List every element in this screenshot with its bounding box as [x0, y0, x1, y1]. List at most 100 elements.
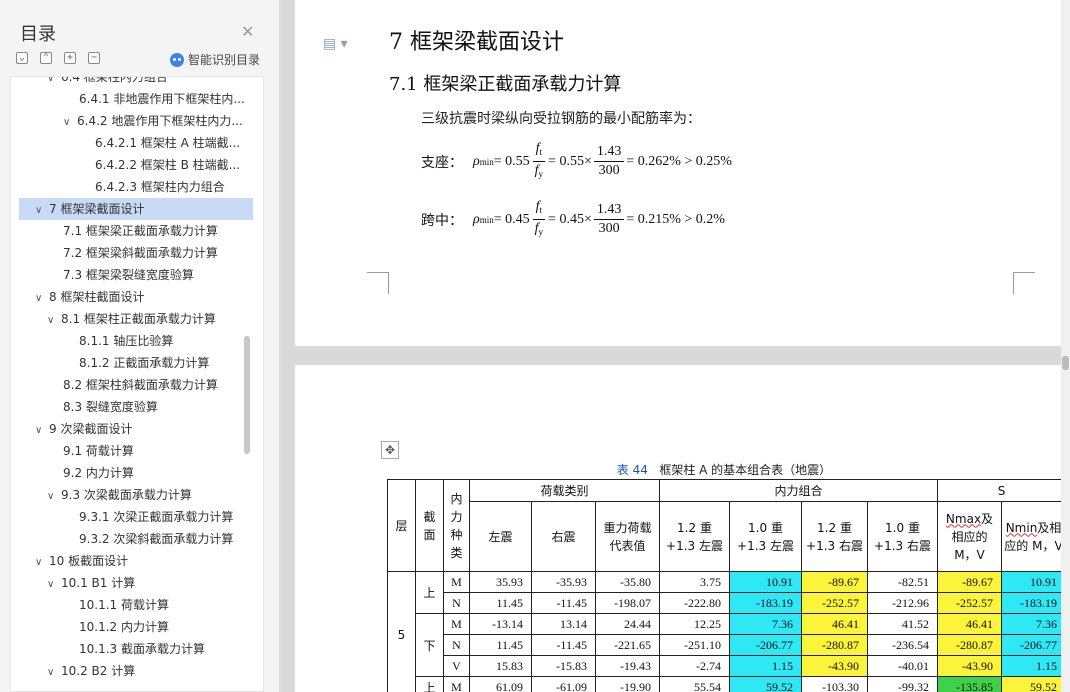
table-cell: 12.25 — [659, 613, 730, 635]
formula-rho: ρ — [473, 153, 480, 169]
toc-item-label: 9 次梁截面设计 — [49, 422, 133, 436]
toc-item-label: 7.2 框架梁斜截面承载力计算 — [63, 246, 218, 260]
toc-item[interactable]: ∨ 10 板截面设计 — [19, 550, 253, 572]
toc-item[interactable]: 8.1.1 轴压比验算 — [19, 330, 253, 352]
toc-item[interactable]: 6.4.2.2 框架柱 B 柱端截... — [19, 154, 253, 176]
toc-item-label: 10.1.3 截面承载力计算 — [79, 642, 205, 656]
smart-toc-button[interactable]: 智能识别目录 — [170, 51, 260, 68]
toc-item[interactable]: ∨ 8.1 框架柱正截面承载力计算 — [19, 308, 253, 330]
toc-item-label: 8.3 裂缝宽度验算 — [63, 400, 158, 414]
fraction-den-sub: y — [538, 169, 544, 179]
toc-item[interactable]: 9.3.2 次梁斜截面承载力计算 — [19, 528, 253, 550]
document-scrollbar[interactable] — [1061, 0, 1070, 692]
table-row: 下 M -13.14 13.14 24.44 12.25 7.36 46.41 41.52 46.… — [388, 613, 1066, 677]
toc-item[interactable]: 6.4.2.1 框架柱 A 柱端截... — [19, 132, 253, 154]
toc-item[interactable]: 7.1 框架梁正截面承载力计算 — [19, 220, 253, 242]
close-icon[interactable]: ✕ — [241, 22, 254, 41]
table-cell: -99.32 — [867, 676, 938, 692]
table-row: 5 上 M 35.93 -35.93 -35.80 3.75 10.91 -89.67 -82.5… — [387, 571, 1066, 692]
toc-item[interactable]: 8.1.2 正截面承载力计算 — [19, 352, 253, 374]
heading-1: 7 框架梁截面设计 — [389, 30, 564, 55]
chevron-down-icon[interactable]: ∨ — [35, 420, 49, 440]
formula-eq2: = 0.45× — [548, 211, 592, 227]
floor-cell: 5 — [387, 571, 416, 692]
toc-item-label: 8.1.2 正截面承载力计算 — [79, 356, 210, 370]
expand-all-icon[interactable]: ⌃ — [40, 52, 52, 64]
toc-item[interactable]: ∨ 10.1 B1 计算 — [19, 572, 253, 594]
toc-item[interactable]: ∨ 7 框架梁截面设计 — [19, 198, 253, 220]
header-nmin-symbol: Nmin — [1005, 520, 1038, 535]
chevron-down-icon[interactable]: ∨ — [35, 288, 49, 308]
paragraph: 三级抗震时梁纵向受拉钢筋的最小配筋率为： — [421, 111, 701, 127]
table-cell: 35.93 — [469, 571, 532, 593]
header-load-type: 荷载类别 — [469, 479, 660, 502]
toc-item[interactable]: 10.1.3 截面承载力计算 — [19, 638, 253, 660]
toc-item[interactable]: 10.1.2 内力计算 — [19, 616, 253, 638]
header-floor: 层 — [387, 479, 416, 572]
toc-item[interactable]: 9.2 内力计算 — [19, 462, 253, 484]
toc-item-label: 8.2 框架柱斜截面承载力计算 — [63, 378, 218, 392]
toc-item[interactable]: ∨ 9.3 次梁截面承载力计算 — [19, 484, 253, 506]
section-cell: 上 — [415, 676, 444, 692]
toc-item-label: 10.1.2 内力计算 — [79, 620, 169, 634]
toc-item[interactable]: ∨ 6.4.2 地震作用下框架柱内力... — [19, 110, 253, 132]
table-move-icon[interactable]: ✥ — [381, 441, 399, 459]
table-row: N 11.45 -11.45 -198.07 -222.80 -183.19 -252.57… — [388, 592, 1066, 614]
formula-eq1: = 0.55 — [493, 153, 530, 169]
toc-item[interactable]: 9.3.1 次梁正截面承载力计算 — [19, 506, 253, 528]
toc-item[interactable]: ∨ 9 次梁截面设计 — [19, 418, 253, 440]
plus-icon[interactable]: + — [64, 52, 76, 64]
toc-title: 目录 — [20, 24, 56, 45]
document-nav-icon[interactable]: ▤ ▾ — [323, 36, 348, 52]
toc-item-label: 10.1.1 荷载计算 — [79, 598, 169, 612]
toc-item-label: 10 板截面设计 — [49, 554, 129, 568]
toc-item[interactable]: ∨ 8 框架柱截面设计 — [19, 286, 253, 308]
fraction-num: 1.43 — [593, 201, 625, 220]
chevron-down-icon[interactable]: ∨ — [35, 552, 49, 572]
toc-sidebar: 目录 ✕ ⌄ ⌃ + − 智能识别目录 ∨ 6.4 框架柱内力组合 6.4.1 非地… — [0, 0, 280, 692]
table-cell: -35.80 — [595, 571, 660, 593]
collapse-all-icon[interactable]: ⌄ — [16, 52, 28, 64]
toc-scrollbar[interactable] — [244, 336, 250, 454]
chevron-down-icon[interactable]: ∨ — [35, 200, 49, 220]
force-type-cell: M — [443, 613, 470, 635]
toc-item[interactable]: ∨ 10.2 B2 计算 — [19, 660, 253, 682]
chevron-down-icon[interactable]: ∨ — [47, 486, 61, 506]
chevron-down-icon[interactable]: ∨ — [47, 662, 61, 682]
table-cell: 24.44 — [595, 613, 660, 635]
toc-item[interactable]: 7.3 框架梁裂缝宽度验算 — [19, 264, 253, 286]
minus-icon[interactable]: − — [88, 52, 100, 64]
chevron-down-icon[interactable]: ∨ — [47, 77, 61, 88]
toc-item[interactable]: 6.4.1 非地震作用下框架柱内... — [19, 88, 253, 110]
document-scrollbar-thumb[interactable] — [1062, 356, 1069, 370]
toc-item[interactable]: 9.1 荷载计算 — [19, 440, 253, 462]
table-cell: 13.14 — [531, 613, 596, 635]
toc-item[interactable]: 7.2 框架梁斜截面承载力计算 — [19, 242, 253, 264]
force-type-cell: V — [443, 655, 470, 677]
toc-item[interactable]: ∨ 6.4 框架柱内力组合 — [19, 77, 253, 88]
table-caption: 表 44 框架柱 A 的基本组合表（地震） — [387, 461, 1061, 478]
toc-item[interactable]: 8.2 框架柱斜截面承载力计算 — [19, 374, 253, 396]
header-force-type: 内力种类 — [443, 479, 470, 572]
toc-item-label: 7 框架梁截面设计 — [49, 202, 145, 216]
table-cell: 59.52 — [1001, 676, 1066, 692]
chevron-down-icon[interactable]: ∨ — [47, 574, 61, 594]
table-row: 上 M 61.09 -61.09 -19.90 55.54 59.52 -103.30 -99.… — [388, 676, 1066, 692]
table-cell: -43.90 — [801, 655, 868, 677]
chevron-down-icon[interactable]: ∨ — [47, 310, 61, 330]
header-combo-3: 1.2 重 +1.3 右震 — [801, 501, 868, 572]
table-cell: -222.80 — [659, 592, 730, 614]
table-cell: -19.90 — [595, 676, 660, 692]
chevron-down-icon[interactable]: ∨ — [63, 112, 77, 132]
toc-item[interactable]: 6.4.2.3 框架柱内力组合 — [19, 176, 253, 198]
table-cell: -252.57 — [937, 592, 1002, 614]
toc-item-label: 6.4.2.1 框架柱 A 柱端截... — [95, 136, 241, 150]
header-nmax-symbol: Nmax — [945, 511, 982, 526]
toc-item-label: 9.3 次梁截面承载力计算 — [61, 488, 192, 502]
toc-item[interactable]: 10.1.1 荷载计算 — [19, 594, 253, 616]
document-view: ▤ ▾ 7 框架梁截面设计 7.1 框架梁正截面承载力计算 三级抗震时梁纵向受拉… — [281, 0, 1070, 692]
toc-item[interactable]: 8.3 裂缝宽度验算 — [19, 396, 253, 418]
table-cell: 10.91 — [1001, 571, 1066, 593]
table-cell: -135.85 — [937, 676, 1002, 692]
table-row: V 15.83 -15.83 -19.43 -2.74 1.15 -43.90 -40.01-… — [388, 655, 1066, 677]
